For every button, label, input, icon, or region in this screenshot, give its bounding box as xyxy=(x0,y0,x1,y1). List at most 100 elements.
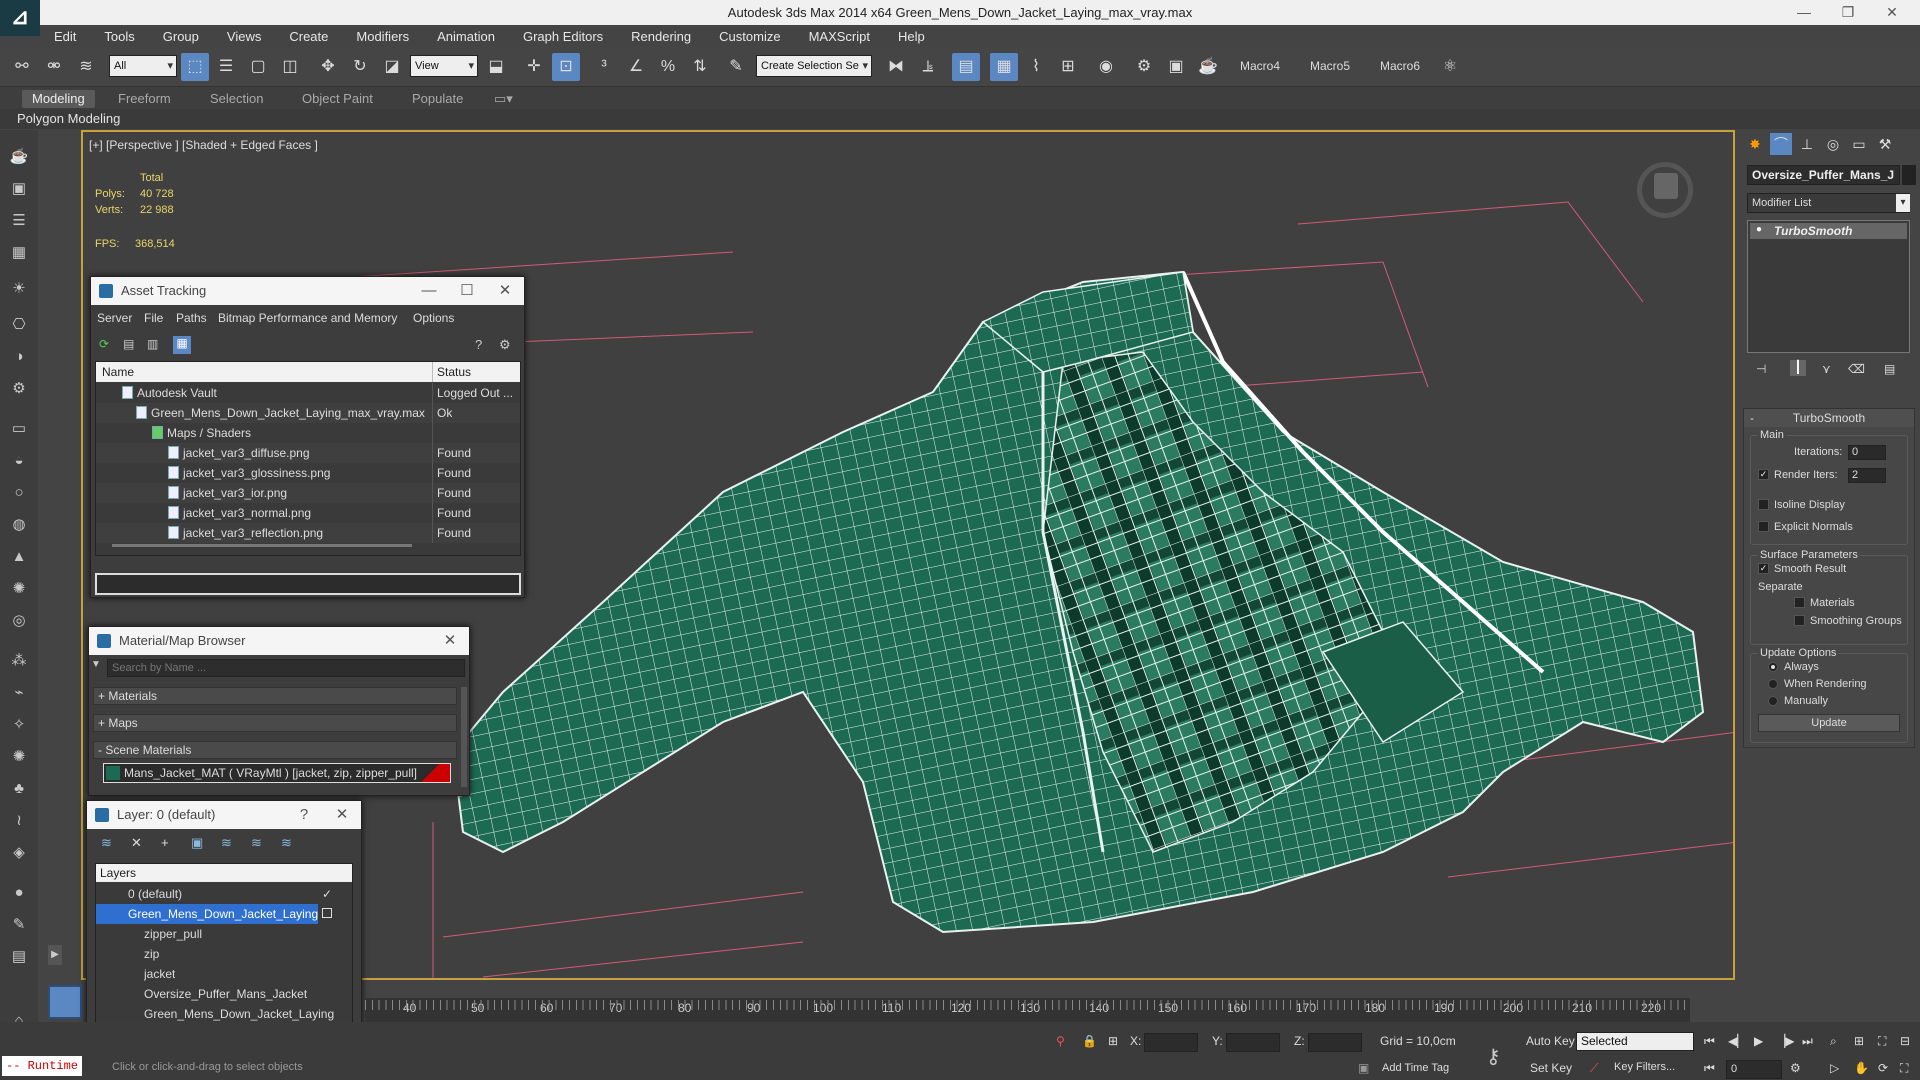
menu-tools[interactable]: Tools xyxy=(90,29,148,44)
viewcube-face[interactable] xyxy=(1654,173,1678,199)
edit-icon[interactable]: ✎ xyxy=(8,914,30,936)
window-crossing-icon[interactable]: ◫ xyxy=(276,53,304,81)
layer-add-icon[interactable]: ≋ xyxy=(101,835,112,851)
table-row[interactable]: jacket_var3_reflection.png Found xyxy=(96,523,520,543)
light-icon[interactable]: ☀ xyxy=(8,278,30,300)
maxscript-listener[interactable]: -- Runtime xyxy=(2,1056,82,1076)
keyboard-shortcut-override-icon[interactable]: ⊡ xyxy=(552,53,580,81)
hair-icon[interactable]: ≀ xyxy=(8,810,30,832)
rect-selection-icon[interactable]: ▢ xyxy=(244,53,272,81)
object-row[interactable]: zipper_pull xyxy=(96,924,352,944)
layer-explorer-icon[interactable]: ▦ xyxy=(990,53,1018,81)
viewcube-icon[interactable] xyxy=(1637,162,1693,218)
render-iters-spinner[interactable]: 2 xyxy=(1848,468,1886,483)
hierarchy-tab-icon[interactable]: ⊥ xyxy=(1796,133,1818,155)
modifier-stack-item[interactable]: TurboSmooth xyxy=(1750,223,1907,239)
absolute-mode-icon[interactable]: ⊞ xyxy=(1108,1034,1118,1048)
layer-explorer-title[interactable]: Layer: 0 (default) xyxy=(87,801,361,829)
mini-viewport-icon[interactable] xyxy=(48,985,82,1019)
key-mode-icon[interactable]: ⏮ xyxy=(1704,1061,1715,1076)
menu-maxscript[interactable]: MAXScript xyxy=(795,29,884,44)
viewport-label[interactable]: [+] [Perspective ] [Shaded + Edged Faces… xyxy=(89,138,318,152)
gear-icon[interactable]: ⚙ xyxy=(8,378,30,400)
select-manipulate-icon[interactable]: ✛ xyxy=(520,53,548,81)
table-view-icon[interactable]: ▦ xyxy=(173,336,191,354)
torus-icon[interactable]: ◎ xyxy=(8,610,30,632)
close-icon[interactable]: ✕ xyxy=(435,627,465,655)
y-coordinate-field[interactable] xyxy=(1226,1033,1280,1052)
mirror-icon[interactable]: ⧓ xyxy=(882,53,910,81)
menu-customize[interactable]: Customize xyxy=(705,29,794,44)
help-icon[interactable]: ? xyxy=(289,801,319,829)
menu-rendering[interactable]: Rendering xyxy=(617,29,705,44)
schematic-view-icon[interactable]: ⊞ xyxy=(1054,53,1082,81)
render-icon[interactable]: ▣ xyxy=(8,178,30,200)
material-editor-icon[interactable]: ◉ xyxy=(1092,53,1120,81)
go-to-start-icon[interactable]: ⏮ xyxy=(1704,1034,1715,1049)
add-time-tag[interactable]: Add Time Tag xyxy=(1382,1062,1449,1074)
sun-icon[interactable]: ✺ xyxy=(8,578,30,600)
refresh-icon[interactable]: ⟳ xyxy=(99,337,115,353)
object-row[interactable]: Oversize_Puffer_Mans_Jacket xyxy=(96,984,352,1004)
camera-icon[interactable]: ⎔ xyxy=(8,314,30,336)
grid-icon[interactable]: ▦ xyxy=(8,242,30,264)
object-row[interactable]: Green_Mens_Down_Jacket_Laying xyxy=(96,1004,352,1024)
table-row[interactable]: Green_Mens_Down_Jacket_Laying_max_vray.m… xyxy=(96,403,520,423)
pivot-center-icon[interactable]: ⬓ xyxy=(482,53,510,81)
previous-frame-icon[interactable]: ◀▏ xyxy=(1728,1034,1746,1048)
select-by-name-icon[interactable]: ☰ xyxy=(212,53,240,81)
table-row[interactable]: jacket_var3_diffuse.png Found xyxy=(96,443,520,463)
auto-key-button[interactable]: Auto Key xyxy=(1526,1034,1575,1048)
smoothing-groups-checkbox[interactable] xyxy=(1794,615,1805,626)
menu-graph-editors[interactable]: Graph Editors xyxy=(509,29,617,44)
link-icon[interactable]: ⚯ xyxy=(8,53,36,81)
tab-object-paint[interactable]: Object Paint xyxy=(292,90,383,108)
tab-freeform[interactable]: Freeform xyxy=(108,90,181,108)
display-tab-icon[interactable]: ▭ xyxy=(1848,133,1870,155)
at-menu-bitmap[interactable]: Bitmap Performance and Memory xyxy=(218,311,397,325)
col-name[interactable]: Name xyxy=(102,362,134,382)
materials-checkbox[interactable] xyxy=(1794,597,1805,608)
menu-group[interactable]: Group xyxy=(149,29,213,44)
move-icon[interactable]: ✥ xyxy=(314,53,342,81)
maximize-viewport-icon[interactable]: ⛶ xyxy=(1900,1061,1908,1076)
plane-icon[interactable]: ▭ xyxy=(8,418,30,440)
asset-path-field[interactable] xyxy=(95,573,521,595)
zoom-extents-all-icon[interactable]: ⊟ xyxy=(1900,1034,1910,1048)
create-tab-icon[interactable]: ✸ xyxy=(1744,133,1766,155)
zoom-icon[interactable]: ⌕ xyxy=(1830,1034,1837,1049)
geosphere-icon[interactable]: ◍ xyxy=(8,514,30,536)
menu-edit[interactable]: Edit xyxy=(40,29,90,44)
select-object-icon[interactable]: ⬚ xyxy=(181,53,209,81)
list-icon[interactable]: ☰ xyxy=(8,210,30,232)
app-logo-icon[interactable]: ⊿ xyxy=(0,0,40,36)
list-view-icon[interactable]: ▤ xyxy=(123,337,139,353)
layer-delete-icon[interactable]: ✕ xyxy=(131,835,142,851)
rendered-frame-icon[interactable]: ▣ xyxy=(1162,53,1190,81)
edit-named-selection-icon[interactable]: ✎ xyxy=(722,53,750,81)
selection-lock-icon[interactable]: ⚲ xyxy=(1056,1034,1065,1048)
render-teapot-icon[interactable]: ☕ xyxy=(1194,53,1222,81)
polygon-modeling-label[interactable]: Polygon Modeling xyxy=(17,111,120,126)
object-row[interactable]: zip xyxy=(96,944,352,964)
macro4-button[interactable]: Macro4 xyxy=(1240,59,1280,73)
table-row[interactable]: jacket_var3_normal.png Found xyxy=(96,503,520,523)
browser-scrollbar[interactable] xyxy=(461,687,467,787)
spinner-snap-icon[interactable]: ⇅ xyxy=(686,53,714,81)
at-menu-paths[interactable]: Paths xyxy=(176,311,207,325)
modifier-list-dropdown[interactable]: Modifier List xyxy=(1747,193,1910,213)
time-config-icon[interactable]: ⚙ xyxy=(1790,1061,1801,1075)
material-search-input[interactable] xyxy=(107,659,465,677)
bone-icon[interactable]: ⌁ xyxy=(8,682,30,704)
layer-toggle-icon[interactable] xyxy=(322,908,332,918)
macro5-button[interactable]: Macro5 xyxy=(1310,59,1350,73)
ribbon-options-icon[interactable]: ▭▾ xyxy=(484,90,523,108)
material-sphere-icon[interactable]: ● xyxy=(8,882,30,904)
horizontal-scrollbar[interactable] xyxy=(112,544,412,547)
menu-modifiers[interactable]: Modifiers xyxy=(342,29,423,44)
active-check-icon[interactable]: ✓ xyxy=(322,884,332,904)
show-end-result-icon[interactable]: ┃ xyxy=(1790,360,1806,376)
browser-options-icon[interactable]: ▼ xyxy=(91,659,103,675)
utilities-tab-icon[interactable]: ⚒ xyxy=(1874,133,1896,155)
tab-populate[interactable]: Populate xyxy=(402,90,473,108)
